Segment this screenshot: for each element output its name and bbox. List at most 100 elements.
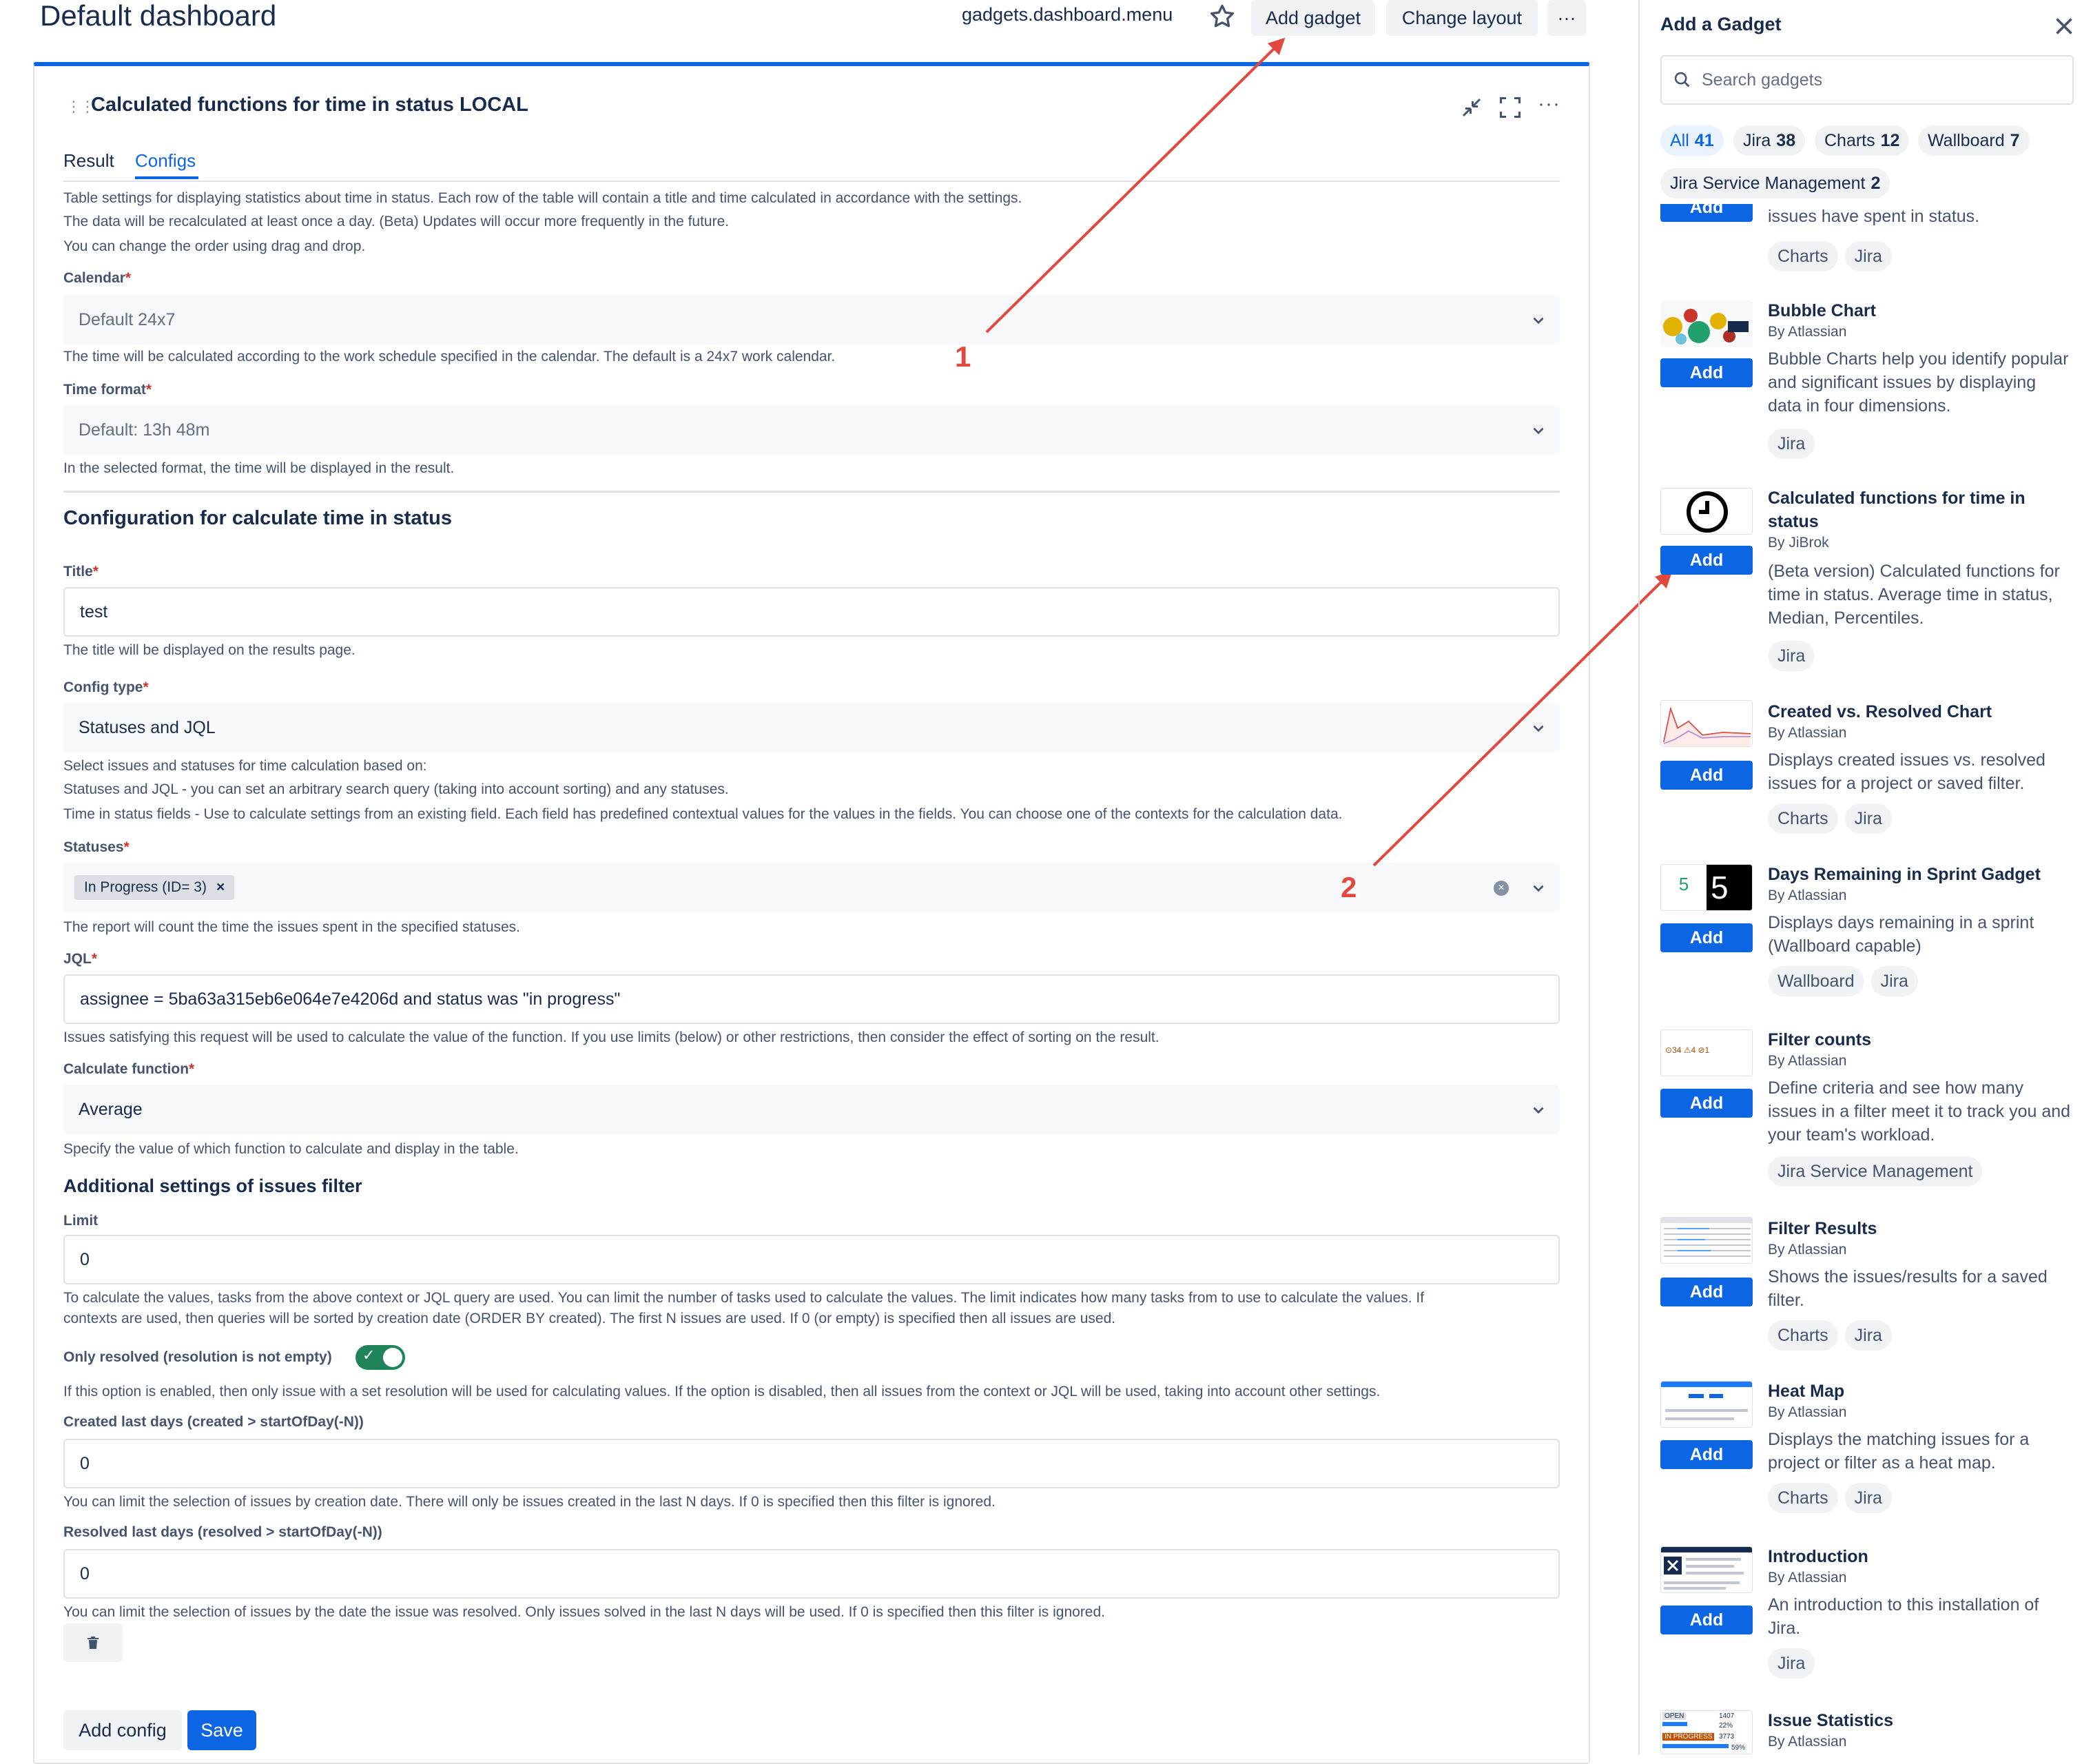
filter-chip-charts[interactable]: Charts 12 xyxy=(1815,125,1910,156)
add-button[interactable]: Add xyxy=(1660,204,1753,222)
gadget-author: By Atlassian xyxy=(1768,725,1847,741)
gadget-tags: Charts Jira xyxy=(1768,241,1892,271)
gadget-tag: Jira xyxy=(1844,241,1892,271)
add-gadget-button[interactable]: Add gadget xyxy=(1251,0,1375,36)
resolved-last-days-input[interactable]: 0 xyxy=(63,1549,1560,1599)
gadget-tags: Charts Jira xyxy=(1768,1320,1892,1351)
time-format-select[interactable]: Default: 13h 48m xyxy=(63,405,1560,455)
bubble-chart-thumbnail xyxy=(1660,300,1753,347)
time-format-label: Time format* xyxy=(63,382,152,398)
gadget-name: Filter Results xyxy=(1768,1219,1877,1238)
gadget-tag: Jira xyxy=(1844,803,1892,834)
limit-help-2: contexts are used, then queries will be … xyxy=(63,1311,1116,1326)
star-icon[interactable] xyxy=(1207,1,1237,32)
only-resolved-label: Only resolved (resolution is not empty) xyxy=(63,1349,332,1365)
minimize-icon[interactable] xyxy=(1459,95,1484,120)
panel-title: Add a Gadget xyxy=(1660,14,1782,34)
drag-handle-icon[interactable]: ⋮⋮ xyxy=(66,98,95,116)
only-resolved-help: If this option is enabled, then only iss… xyxy=(63,1384,1381,1399)
add-button[interactable]: Add xyxy=(1660,1440,1753,1469)
gadget-tags: Jira xyxy=(1768,429,1815,459)
add-button[interactable]: Add xyxy=(1660,546,1753,575)
time-format-help: In the selected format, the time will be… xyxy=(63,460,455,476)
statuses-label: Statuses* xyxy=(63,839,130,855)
annotation-number-1: 1 xyxy=(955,340,971,373)
section-divider xyxy=(63,491,1560,493)
gadget-name: Bubble Chart xyxy=(1768,301,1876,320)
partial-add-button-clip: Add xyxy=(1660,204,1753,222)
save-button[interactable]: Save xyxy=(187,1710,256,1750)
tab-configs[interactable]: Configs xyxy=(135,150,196,172)
gadget-name: Issue Statistics xyxy=(1768,1711,1894,1730)
filter-chip-wallboard[interactable]: Wallboard 7 xyxy=(1918,125,2030,156)
search-input[interactable] xyxy=(1700,57,2059,103)
gadget-tag: Jira xyxy=(1768,429,1815,459)
only-resolved-toggle[interactable]: ✓ xyxy=(355,1345,405,1370)
gadget-author: By Atlassian xyxy=(1768,1053,1847,1069)
delete-config-button[interactable] xyxy=(63,1623,123,1662)
jql-input[interactable]: assignee = 5ba63a315eb6e064e7e4206d and … xyxy=(63,974,1560,1024)
config-type-select[interactable]: Statuses and JQL xyxy=(63,703,1560,752)
title-help: The title will be displayed on the resul… xyxy=(63,642,355,658)
add-button[interactable]: Add xyxy=(1660,358,1753,387)
close-icon[interactable] xyxy=(2052,14,2076,39)
chevron-down-icon xyxy=(1533,427,1544,435)
active-tab-indicator xyxy=(135,176,198,179)
config-type-help-1: Select issues and statuses for time calc… xyxy=(63,758,427,774)
created-last-days-input[interactable]: 0 xyxy=(63,1439,1560,1488)
gadget-author: By Atlassian xyxy=(1768,1734,1847,1750)
calendar-label: Calendar* xyxy=(63,270,132,286)
more-actions-button[interactable]: ··· xyxy=(1547,0,1586,36)
gadget-tag: Charts xyxy=(1768,1483,1838,1513)
gadget-name: Days Remaining in Sprint Gadget xyxy=(1768,865,2041,884)
created-last-days-help: You can limit the selection of issues by… xyxy=(63,1494,996,1510)
search-field[interactable] xyxy=(1660,55,2074,105)
gadget-more-icon[interactable]: ··· xyxy=(1538,92,1560,116)
gadget-name: Introduction xyxy=(1768,1547,1868,1566)
filter-chip-all[interactable]: All 41 xyxy=(1660,125,1724,156)
filter-chip-jsm[interactable]: Jira Service Management 2 xyxy=(1660,168,1890,198)
add-button[interactable]: Add xyxy=(1660,1089,1753,1118)
add-config-button[interactable]: Add config xyxy=(63,1710,182,1750)
filter-chip-jira[interactable]: Jira 38 xyxy=(1733,125,1806,156)
add-button[interactable]: Add xyxy=(1660,761,1753,790)
status-tag: In Progress (ID= 3) × xyxy=(74,875,235,900)
dashboard-menu-link[interactable]: gadgets.dashboard.menu xyxy=(962,4,1173,25)
fullscreen-icon[interactable] xyxy=(1498,95,1523,120)
remove-tag-icon[interactable]: × xyxy=(216,879,225,895)
check-icon: ✓ xyxy=(362,1346,375,1364)
calc-function-help: Specify the value of which function to c… xyxy=(63,1141,519,1157)
calc-function-select[interactable]: Average xyxy=(63,1085,1560,1134)
gadget-author: By Atlassian xyxy=(1768,1570,1847,1586)
gadget-tags: Jira xyxy=(1768,1648,1815,1679)
filter-results-thumbnail xyxy=(1660,1217,1753,1264)
change-layout-button[interactable]: Change layout xyxy=(1386,0,1538,36)
tabs-divider xyxy=(63,181,1560,182)
tab-result[interactable]: Result xyxy=(63,150,114,172)
calc-function-label: Calculate function* xyxy=(63,1061,195,1077)
created-last-days-label: Created last days (created > startOfDay(… xyxy=(63,1414,364,1430)
gadget-tag: Jira xyxy=(1870,966,1918,996)
clear-icon[interactable]: × xyxy=(1494,881,1509,896)
calc-function-value: Average xyxy=(79,1100,143,1119)
title-label: Title* xyxy=(63,564,99,580)
filter-counts-thumbnail: ⊙34 ⚠4 ⊘1 xyxy=(1660,1029,1753,1076)
intro-line-2: The data will be recalculated at least o… xyxy=(63,214,730,229)
chevron-down-icon xyxy=(1533,725,1544,732)
gadget-name: Filter counts xyxy=(1768,1030,1872,1049)
jql-help: Issues satisfying this request will be u… xyxy=(63,1029,1159,1045)
title-input[interactable]: test xyxy=(63,587,1560,637)
clock-icon xyxy=(1660,488,1753,535)
additional-settings-title: Additional settings of issues filter xyxy=(63,1176,362,1196)
add-button[interactable]: Add xyxy=(1660,923,1753,952)
calendar-select[interactable]: Default 24x7 xyxy=(63,295,1560,345)
gadget-name: Heat Map xyxy=(1768,1382,1845,1401)
limit-input[interactable]: 0 xyxy=(63,1235,1560,1284)
limit-help-1: To calculate the values, tasks from the … xyxy=(63,1290,1425,1306)
add-button[interactable]: Add xyxy=(1660,1606,1753,1634)
statuses-multiselect[interactable]: In Progress (ID= 3) × × xyxy=(63,863,1560,912)
add-button[interactable]: Add xyxy=(1660,1278,1753,1306)
config-type-help-2: Statuses and JQL - you can set an arbitr… xyxy=(63,781,729,797)
calendar-value: Default 24x7 xyxy=(79,310,176,329)
gadget-desc: (Beta version) Calculated functions for … xyxy=(1768,562,2060,628)
